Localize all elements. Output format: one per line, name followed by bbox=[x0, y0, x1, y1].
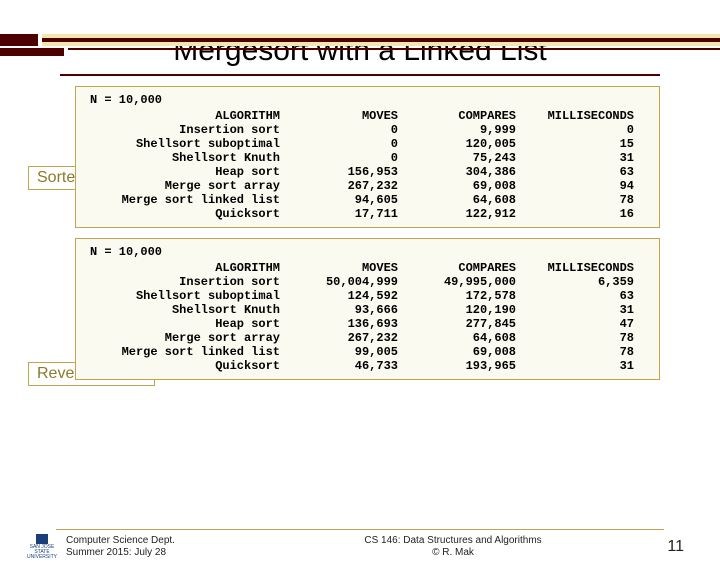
cell-cmp: 49,995,000 bbox=[398, 275, 516, 289]
table-row: Merge sort array267,23264,60878 bbox=[90, 331, 649, 345]
table-row: Shellsort suboptimal0120,00515 bbox=[90, 137, 649, 151]
header-row: ALGORITHM MOVES COMPARES MILLISECONDS bbox=[90, 109, 649, 123]
cell-cmp: 9,999 bbox=[398, 123, 516, 137]
table-row: Quicksort17,711122,91216 bbox=[90, 207, 649, 221]
n-line-sorted: N = 10,000 bbox=[90, 93, 649, 107]
footer-page: 11 bbox=[660, 538, 720, 556]
cell-mov: 0 bbox=[280, 123, 398, 137]
footer-author: © R. Mak bbox=[246, 547, 660, 559]
table-row: Insertion sort09,9990 bbox=[90, 123, 649, 137]
cell-alg: Shellsort Knuth bbox=[90, 151, 280, 165]
table-row: Merge sort array267,23269,00894 bbox=[90, 179, 649, 193]
cell-alg: Shellsort suboptimal bbox=[90, 289, 280, 303]
table-row: Shellsort suboptimal124,592172,57863 bbox=[90, 289, 649, 303]
cell-alg: Heap sort bbox=[90, 165, 280, 179]
cell-ms: 47 bbox=[516, 317, 634, 331]
table-row: Shellsort Knuth075,24331 bbox=[90, 151, 649, 165]
cell-ms: 6,359 bbox=[516, 275, 634, 289]
title-underline bbox=[60, 74, 660, 76]
cell-mov: 267,232 bbox=[280, 179, 398, 193]
cell-mov: 94,605 bbox=[280, 193, 398, 207]
cell-cmp: 75,243 bbox=[398, 151, 516, 165]
cell-ms: 31 bbox=[516, 359, 634, 373]
col-header-algorithm: ALGORITHM bbox=[90, 109, 280, 123]
footer-dept: Computer Science Dept. bbox=[66, 535, 246, 547]
col-header-milliseconds: MILLISECONDS bbox=[516, 261, 634, 275]
cell-cmp: 69,008 bbox=[398, 179, 516, 193]
cell-cmp: 69,008 bbox=[398, 345, 516, 359]
table-row: Heap sort156,953304,38663 bbox=[90, 165, 649, 179]
col-header-moves: MOVES bbox=[280, 109, 398, 123]
cell-mov: 46,733 bbox=[280, 359, 398, 373]
cell-alg: Merge sort array bbox=[90, 331, 280, 345]
cell-cmp: 64,608 bbox=[398, 193, 516, 207]
footer: SAN JOSE STATE UNIVERSITY Computer Scien… bbox=[0, 534, 720, 560]
cell-cmp: 193,965 bbox=[398, 359, 516, 373]
footer-term: Summer 2015: July 28 bbox=[66, 547, 246, 559]
cell-alg: Merge sort linked list bbox=[90, 193, 280, 207]
cell-mov: 0 bbox=[280, 137, 398, 151]
cell-alg: Merge sort linked list bbox=[90, 345, 280, 359]
cell-mov: 156,953 bbox=[280, 165, 398, 179]
databox-sorted: N = 10,000 ALGORITHM MOVES COMPARES MILL… bbox=[75, 86, 660, 228]
cell-ms: 15 bbox=[516, 137, 634, 151]
footer-left: Computer Science Dept. Summer 2015: July… bbox=[66, 535, 246, 559]
cell-cmp: 304,386 bbox=[398, 165, 516, 179]
footer-divider bbox=[56, 529, 664, 530]
univ-line2: UNIVERSITY bbox=[27, 555, 57, 560]
header-row: ALGORITHM MOVES COMPARES MILLISECONDS bbox=[90, 261, 649, 275]
cell-mov: 50,004,999 bbox=[280, 275, 398, 289]
header-decoration bbox=[0, 34, 720, 62]
cell-mov: 124,592 bbox=[280, 289, 398, 303]
databox-reverse: N = 10,000 ALGORITHM MOVES COMPARES MILL… bbox=[75, 238, 660, 380]
table-row: Merge sort linked list99,00569,00878 bbox=[90, 345, 649, 359]
cell-alg: Insertion sort bbox=[90, 275, 280, 289]
col-header-compares: COMPARES bbox=[398, 109, 516, 123]
table-row: Heap sort136,693277,84547 bbox=[90, 317, 649, 331]
cell-cmp: 277,845 bbox=[398, 317, 516, 331]
col-header-algorithm: ALGORITHM bbox=[90, 261, 280, 275]
cell-ms: 31 bbox=[516, 151, 634, 165]
cell-cmp: 122,912 bbox=[398, 207, 516, 221]
cell-alg: Heap sort bbox=[90, 317, 280, 331]
cell-mov: 99,005 bbox=[280, 345, 398, 359]
table-row: Quicksort46,733193,96531 bbox=[90, 359, 649, 373]
cell-ms: 31 bbox=[516, 303, 634, 317]
table-row: Merge sort linked list94,60564,60878 bbox=[90, 193, 649, 207]
cell-mov: 17,711 bbox=[280, 207, 398, 221]
cell-ms: 63 bbox=[516, 165, 634, 179]
cell-alg: Merge sort array bbox=[90, 179, 280, 193]
university-logo: SAN JOSE STATE UNIVERSITY bbox=[28, 534, 56, 560]
cell-ms: 16 bbox=[516, 207, 634, 221]
footer-course: CS 146: Data Structures and Algorithms bbox=[246, 535, 660, 547]
col-header-moves: MOVES bbox=[280, 261, 398, 275]
cell-ms: 94 bbox=[516, 179, 634, 193]
cell-mov: 93,666 bbox=[280, 303, 398, 317]
cell-ms: 78 bbox=[516, 331, 634, 345]
cell-cmp: 120,190 bbox=[398, 303, 516, 317]
cell-ms: 63 bbox=[516, 289, 634, 303]
table-row: Shellsort Knuth93,666120,19031 bbox=[90, 303, 649, 317]
cell-cmp: 172,578 bbox=[398, 289, 516, 303]
cell-alg: Shellsort Knuth bbox=[90, 303, 280, 317]
cell-cmp: 64,608 bbox=[398, 331, 516, 345]
table-row: Insertion sort50,004,99949,995,0006,359 bbox=[90, 275, 649, 289]
cell-ms: 78 bbox=[516, 345, 634, 359]
cell-cmp: 120,005 bbox=[398, 137, 516, 151]
col-header-compares: COMPARES bbox=[398, 261, 516, 275]
cell-alg: Quicksort bbox=[90, 207, 280, 221]
cell-ms: 0 bbox=[516, 123, 634, 137]
col-header-milliseconds: MILLISECONDS bbox=[516, 109, 634, 123]
cell-ms: 78 bbox=[516, 193, 634, 207]
univ-line1: SAN JOSE STATE bbox=[28, 545, 56, 555]
cell-mov: 0 bbox=[280, 151, 398, 165]
n-line-reverse: N = 10,000 bbox=[90, 245, 649, 259]
footer-center: CS 146: Data Structures and Algorithms ©… bbox=[246, 535, 660, 559]
cell-alg: Insertion sort bbox=[90, 123, 280, 137]
cell-mov: 267,232 bbox=[280, 331, 398, 345]
cell-alg: Shellsort suboptimal bbox=[90, 137, 280, 151]
cell-alg: Quicksort bbox=[90, 359, 280, 373]
cell-mov: 136,693 bbox=[280, 317, 398, 331]
